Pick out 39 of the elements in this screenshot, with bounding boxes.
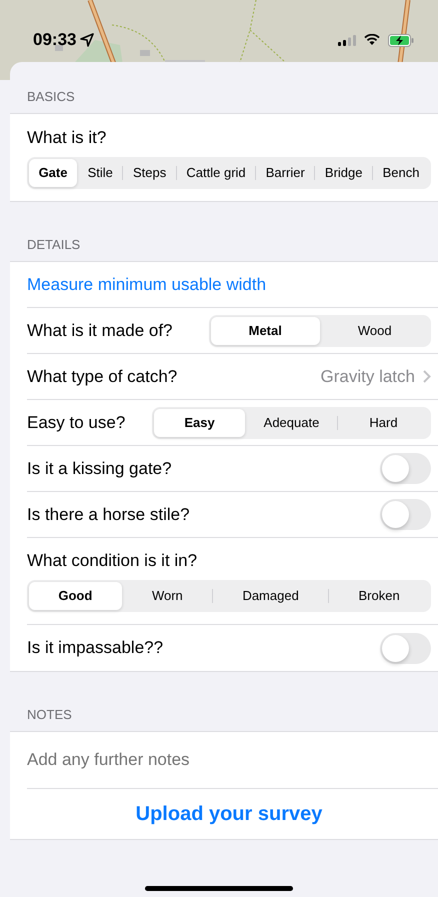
segment-option[interactable]: Wood: [320, 316, 429, 344]
section-header: DETAILS: [26, 236, 82, 254]
location-arrow-icon: [80, 33, 94, 47]
field-label: Is it a kissing gate?: [27, 458, 172, 480]
segment-option[interactable]: Hard: [338, 408, 429, 436]
segment-option[interactable]: Cattle grid: [176, 158, 256, 186]
segment-option[interactable]: Gate: [29, 158, 78, 186]
segment-option[interactable]: Barrier: [256, 158, 314, 186]
segment-option[interactable]: Bridge: [315, 158, 372, 186]
segment-option[interactable]: Broken: [329, 582, 430, 610]
segment-option[interactable]: Damaged: [213, 582, 328, 610]
segment-option[interactable]: Metal: [211, 316, 320, 344]
segment-option[interactable]: Bench: [373, 158, 430, 186]
status-time: 09:33: [33, 29, 76, 52]
toggle-switch[interactable]: [380, 453, 431, 484]
field-label: Easy to use?: [27, 412, 126, 434]
upload-button[interactable]: Upload your survey: [136, 799, 322, 829]
field-label: What is it?: [27, 126, 108, 148]
toggle-switch[interactable]: [380, 499, 431, 530]
section-header: NOTES: [26, 706, 73, 724]
segment-option[interactable]: Stile: [78, 158, 122, 186]
home-indicator[interactable]: [145, 886, 293, 891]
section-header: BASICS: [26, 88, 76, 106]
toggle-switch[interactable]: [380, 632, 431, 664]
field-label: What condition is it in?: [27, 550, 198, 572]
segment-option[interactable]: Steps: [123, 158, 176, 186]
signal-icon: [338, 34, 356, 46]
field-label: What type of catch?: [27, 366, 178, 388]
battery-charging-icon: [388, 34, 414, 46]
segment-option[interactable]: Worn: [122, 582, 212, 610]
chevron-right-icon: [423, 370, 431, 383]
segment-option[interactable]: Easy: [154, 408, 245, 436]
segment-option[interactable]: Good: [29, 582, 122, 610]
wifi-icon: [364, 34, 380, 46]
field-label: Is there a horse stile?: [27, 504, 190, 526]
segment-option[interactable]: Adequate: [246, 408, 337, 436]
field-label: What is it made of?: [27, 320, 173, 342]
measure-link[interactable]: Measure minimum usable width: [27, 274, 266, 296]
field-label: Is it impassable??: [27, 637, 164, 659]
